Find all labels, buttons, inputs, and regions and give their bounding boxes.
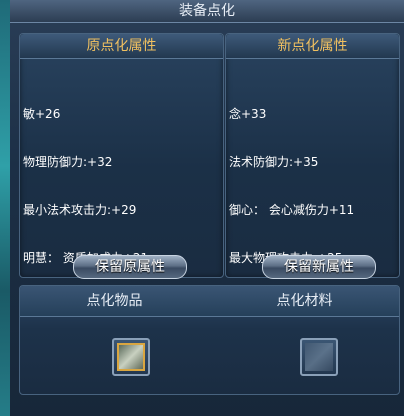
- attr-line: 御心： 会心减伤力+11: [229, 203, 355, 217]
- equipment-enchant-window: 装备点化 原点化属性 敏+26 物理防御力:+32 最小法术攻击力:+29 明慧…: [0, 0, 404, 416]
- enchant-slots-panel: 点化物品 点化材料: [19, 285, 400, 395]
- slots-header: 点化物品 点化材料: [20, 286, 399, 317]
- new-attributes-panel: 新点化属性 念+33 法术防御力:+35 御心： 会心减伤力+11 最大物理攻击…: [225, 33, 400, 279]
- window-title: 装备点化: [10, 0, 404, 23]
- original-attributes-header: 原点化属性: [20, 34, 223, 59]
- attr-line: 念+33: [229, 107, 267, 121]
- attr-line: 法术防御力:+35: [229, 155, 319, 169]
- keep-original-button[interactable]: 保留原属性: [73, 255, 187, 279]
- attr-line: 最小法术攻击力:+29: [23, 203, 137, 217]
- material-slot-label: 点化材料: [276, 293, 333, 309]
- keep-new-button[interactable]: 保留新属性: [262, 255, 376, 279]
- item-slot-label: 点化物品: [86, 293, 143, 309]
- left-decoration: [0, 0, 10, 416]
- new-attributes-header: 新点化属性: [226, 34, 399, 59]
- item-slot[interactable]: [112, 338, 150, 376]
- original-attributes-panel: 原点化属性 敏+26 物理防御力:+32 最小法术攻击力:+29 明慧： 资质加…: [19, 33, 224, 279]
- attr-line: 物理防御力:+32: [23, 155, 113, 169]
- attr-line: 敏+26: [23, 107, 61, 121]
- material-icon: [305, 343, 333, 371]
- material-slot[interactable]: [300, 338, 338, 376]
- equipment-icon: [117, 343, 145, 371]
